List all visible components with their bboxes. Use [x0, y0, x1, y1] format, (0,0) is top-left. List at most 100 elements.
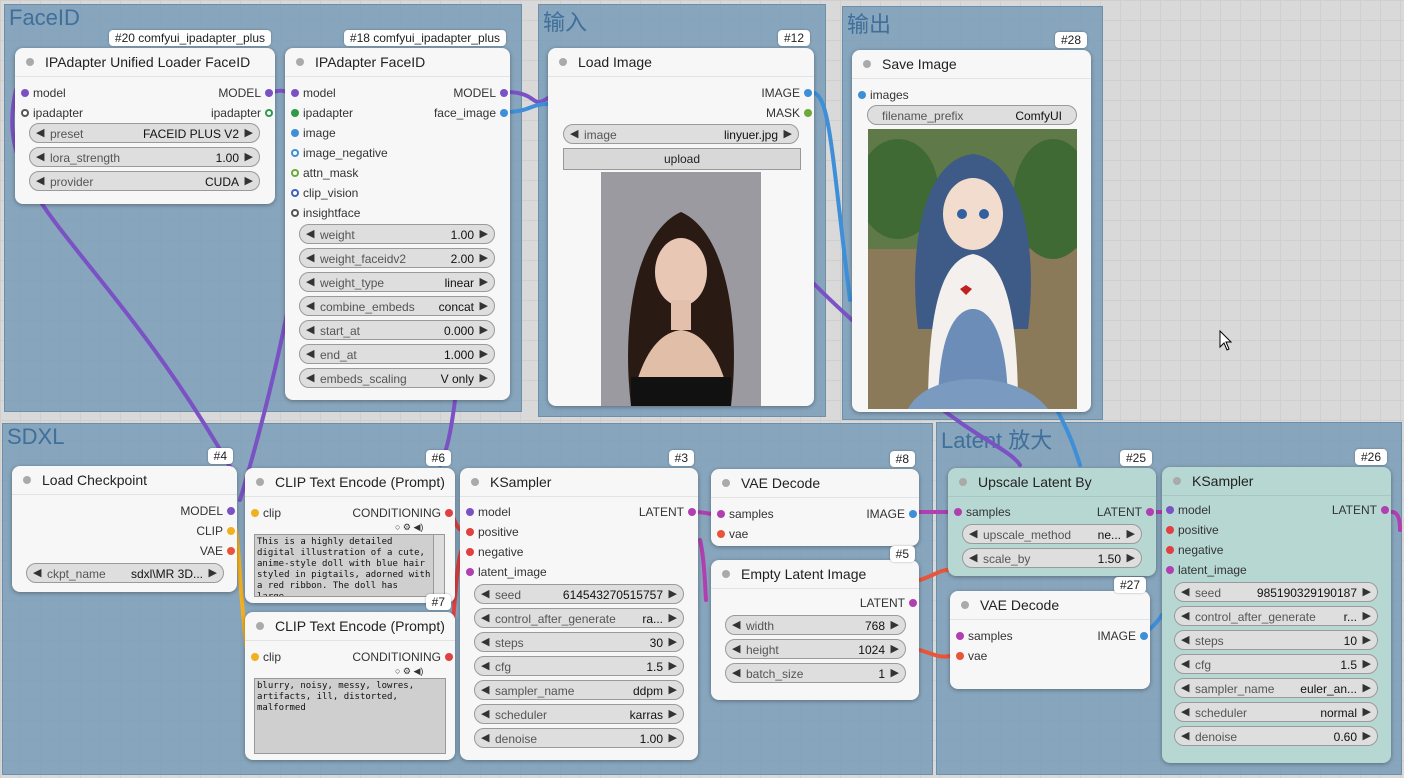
widget-control-after-generate[interactable]: ◀ control_after_generate r... ▶: [1174, 606, 1378, 626]
collapse-dot[interactable]: [26, 58, 34, 66]
port-dot[interactable]: [717, 510, 725, 518]
widget-weight-type[interactable]: ◀ weight_type linear ▶: [299, 272, 495, 292]
arrow-left-icon[interactable]: ◀: [36, 174, 44, 187]
node-title[interactable]: IPAdapter FaceID: [285, 48, 510, 77]
port-dot[interactable]: [291, 169, 299, 177]
port-dot[interactable]: [445, 653, 453, 661]
textarea-scrollbar[interactable]: [433, 534, 445, 597]
widget-scheduler[interactable]: ◀ scheduler normal ▶: [1174, 702, 1378, 722]
widget-width[interactable]: ◀ width 768 ▶: [725, 615, 906, 635]
arrow-right-icon[interactable]: ▶: [1363, 705, 1371, 718]
arrow-left-icon[interactable]: ◀: [36, 126, 44, 139]
text-tools-icon[interactable]: ○ ⚙ ◀): [395, 666, 423, 677]
output-model[interactable]: MODEL: [453, 86, 508, 100]
input-insightface[interactable]: insightface: [291, 206, 360, 220]
widget-provider[interactable]: ◀ provider CUDA ▶: [29, 171, 260, 191]
widget-preset[interactable]: ◀ preset FACEID PLUS V2 ▶: [29, 123, 260, 143]
arrow-left-icon[interactable]: ◀: [1181, 609, 1189, 622]
port-dot[interactable]: [291, 109, 299, 117]
widget-denoise[interactable]: ◀ denoise 1.00 ▶: [474, 728, 684, 748]
arrow-left-icon[interactable]: ◀: [969, 527, 977, 540]
collapse-dot[interactable]: [296, 58, 304, 66]
port-dot[interactable]: [804, 89, 812, 97]
node-title[interactable]: KSampler: [460, 468, 698, 497]
arrow-left-icon[interactable]: ◀: [732, 618, 740, 631]
arrow-right-icon[interactable]: ▶: [1127, 551, 1135, 564]
prompt-textarea[interactable]: This is a highly detailed digital illust…: [254, 534, 436, 597]
arrow-left-icon[interactable]: ◀: [570, 127, 578, 140]
node-title[interactable]: Save Image: [852, 50, 1091, 79]
widget-cfg[interactable]: ◀ cfg 1.5 ▶: [474, 656, 684, 676]
port-dot[interactable]: [954, 508, 962, 516]
node-clip-text-encode-positive[interactable]: #6 CLIP Text Encode (Prompt) clip CONDIT…: [245, 450, 455, 603]
port-dot[interactable]: [265, 109, 273, 117]
input-latent-image[interactable]: latent_image: [466, 565, 547, 579]
port-dot[interactable]: [251, 653, 259, 661]
arrow-right-icon[interactable]: ▶: [891, 666, 899, 679]
node-upscale-latent-by[interactable]: #25 Upscale Latent By samples LATENT ◀ up…: [948, 450, 1156, 576]
port-dot[interactable]: [291, 209, 299, 217]
arrow-left-icon[interactable]: ◀: [1181, 657, 1189, 670]
widget-lora-strength[interactable]: ◀ lora_strength 1.00 ▶: [29, 147, 260, 167]
arrow-left-icon[interactable]: ◀: [732, 642, 740, 655]
arrow-left-icon[interactable]: ◀: [732, 666, 740, 679]
widget-sampler-name[interactable]: ◀ sampler_name euler_an... ▶: [1174, 678, 1378, 698]
arrow-right-icon[interactable]: ▶: [245, 174, 253, 187]
input-latent-image[interactable]: latent_image: [1166, 563, 1247, 577]
output-conditioning[interactable]: CONDITIONING: [352, 506, 453, 520]
node-title[interactable]: CLIP Text Encode (Prompt): [245, 468, 455, 497]
input-vae[interactable]: vae: [956, 649, 987, 663]
arrow-right-icon[interactable]: ▶: [669, 659, 677, 672]
port-dot[interactable]: [1166, 526, 1174, 534]
arrow-right-icon[interactable]: ▶: [1363, 729, 1371, 742]
widget-sampler-name[interactable]: ◀ sampler_name ddpm ▶: [474, 680, 684, 700]
input-samples[interactable]: samples: [717, 507, 774, 521]
collapse-dot[interactable]: [256, 622, 264, 630]
node-clip-text-encode-negative[interactable]: #7 CLIP Text Encode (Prompt) clip CONDIT…: [245, 594, 455, 760]
node-ksampler[interactable]: #3 KSampler model positive negative late…: [460, 450, 698, 760]
arrow-right-icon[interactable]: ▶: [891, 642, 899, 655]
arrow-right-icon[interactable]: ▶: [245, 126, 253, 139]
arrow-right-icon[interactable]: ▶: [669, 731, 677, 744]
widget-filename-prefix[interactable]: filename_prefix ComfyUI: [867, 105, 1077, 125]
port-dot[interactable]: [858, 91, 866, 99]
input-vae[interactable]: vae: [717, 527, 748, 541]
arrow-left-icon[interactable]: ◀: [481, 659, 489, 672]
widget-batch-size[interactable]: ◀ batch_size 1 ▶: [725, 663, 906, 683]
node-title[interactable]: VAE Decode: [950, 591, 1150, 620]
widget-seed[interactable]: ◀ seed 985190329190187 ▶: [1174, 582, 1378, 602]
port-dot[interactable]: [1381, 506, 1389, 514]
input-image[interactable]: image: [291, 126, 336, 140]
port-dot[interactable]: [804, 109, 812, 117]
port-dot[interactable]: [466, 528, 474, 536]
input-attn-mask[interactable]: attn_mask: [291, 166, 358, 180]
arrow-left-icon[interactable]: ◀: [306, 323, 314, 336]
collapse-dot[interactable]: [961, 601, 969, 609]
arrow-right-icon[interactable]: ▶: [669, 587, 677, 600]
widget-scale-by[interactable]: ◀ scale_by 1.50 ▶: [962, 548, 1142, 568]
node-title[interactable]: CLIP Text Encode (Prompt): [245, 612, 455, 641]
prompt-textarea[interactable]: blurry, noisy, messy, lowres, artifacts,…: [254, 678, 446, 754]
node-vae-decode-upscaled[interactable]: #27 VAE Decode samples vae IMAGE: [950, 577, 1150, 689]
arrow-left-icon[interactable]: ◀: [1181, 633, 1189, 646]
port-dot[interactable]: [466, 508, 474, 516]
widget-embeds-scaling[interactable]: ◀ embeds_scaling V only ▶: [299, 368, 495, 388]
collapse-dot[interactable]: [23, 476, 31, 484]
collapse-dot[interactable]: [471, 478, 479, 486]
arrow-right-icon[interactable]: ▶: [480, 347, 488, 360]
arrow-left-icon[interactable]: ◀: [481, 587, 489, 600]
node-title[interactable]: Upscale Latent By: [948, 468, 1156, 497]
arrow-right-icon[interactable]: ▶: [669, 611, 677, 624]
output-ipadapter[interactable]: ipadapter: [211, 106, 273, 120]
collapse-dot[interactable]: [559, 58, 567, 66]
input-model[interactable]: model: [291, 86, 336, 100]
port-dot[interactable]: [1166, 566, 1174, 574]
port-dot[interactable]: [227, 527, 235, 535]
input-ipadapter[interactable]: ipadapter: [291, 106, 353, 120]
output-clip[interactable]: CLIP: [196, 524, 235, 538]
port-dot[interactable]: [1166, 506, 1174, 514]
collapse-dot[interactable]: [722, 570, 730, 578]
output-face-image[interactable]: face_image: [434, 106, 508, 120]
output-image[interactable]: IMAGE: [761, 86, 812, 100]
node-empty-latent-image[interactable]: #5 Empty Latent Image LATENT ◀ width 768 ▶ …: [711, 546, 919, 700]
